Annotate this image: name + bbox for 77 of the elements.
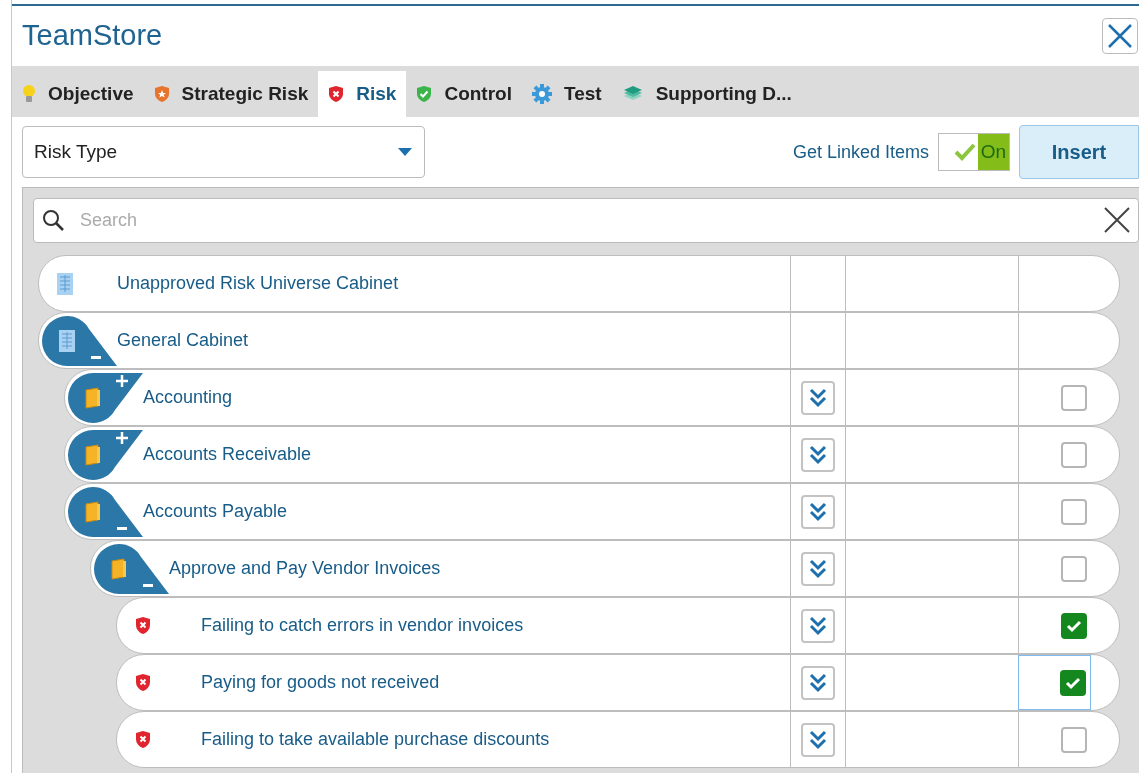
folder-icon xyxy=(85,443,101,466)
tree-row[interactable]: General Cabinet xyxy=(38,312,1120,369)
tree-item-label[interactable]: Accounting xyxy=(143,384,233,411)
expand-toggle[interactable] xyxy=(67,428,143,481)
double-chevron-icon xyxy=(808,557,828,580)
expand-toggle[interactable] xyxy=(93,542,169,595)
tab[interactable]: Control xyxy=(406,71,522,117)
folder-icon xyxy=(85,500,101,523)
tab[interactable]: Objective xyxy=(12,71,144,117)
double-chevron-icon xyxy=(808,443,828,466)
linked-items-label: Get Linked Items xyxy=(792,140,929,164)
expand-details-button[interactable] xyxy=(801,722,835,757)
double-chevron-icon xyxy=(808,386,828,409)
tree-row[interactable]: Approve and Pay Vendor Invoices xyxy=(90,540,1120,597)
tree-row[interactable]: Paying for goods not received xyxy=(116,654,1120,711)
tree-item-label[interactable]: Accounts Payable xyxy=(143,498,288,525)
tree-row[interactable]: Unapproved Risk Universe Cabinet xyxy=(38,255,1120,312)
expand-details-button[interactable] xyxy=(801,551,835,586)
expand-toggle[interactable] xyxy=(67,371,143,424)
lightbulb-icon xyxy=(22,84,36,104)
checkbox[interactable] xyxy=(1060,669,1086,696)
double-chevron-icon xyxy=(808,671,828,694)
folder-icon xyxy=(111,557,127,580)
expand-details-button[interactable] xyxy=(801,608,835,643)
expand-details-button[interactable] xyxy=(801,437,835,472)
x-shield-icon xyxy=(135,730,151,749)
double-chevron-icon xyxy=(808,728,828,751)
tab[interactable]: Risk xyxy=(318,71,407,117)
check-shield-icon xyxy=(416,85,433,103)
caret-icon xyxy=(397,147,413,157)
search-field[interactable]: Search xyxy=(33,198,1139,243)
gear-icon xyxy=(531,84,552,104)
tab[interactable]: Supporting D... xyxy=(611,71,802,117)
checkbox[interactable] xyxy=(1061,441,1087,468)
close-button[interactable] xyxy=(1102,18,1138,54)
x-shield-icon xyxy=(328,85,345,103)
checkbox[interactable] xyxy=(1061,726,1087,753)
tree-row[interactable]: Accounts Receivable xyxy=(64,426,1120,483)
cabinet-icon xyxy=(59,329,75,352)
checkbox[interactable] xyxy=(1061,498,1087,525)
folder-icon xyxy=(85,386,101,409)
check-icon xyxy=(1066,618,1082,633)
expand-details-button[interactable] xyxy=(801,380,835,415)
tree-row[interactable]: Failing to catch errors in vendor invoices xyxy=(116,597,1120,654)
expand-toggle[interactable] xyxy=(41,314,117,367)
tree-item-label[interactable]: General Cabinet xyxy=(117,327,249,354)
x-shield-icon xyxy=(135,673,151,692)
risk-type-dropdown[interactable]: Risk Type xyxy=(22,126,425,178)
checkbox[interactable] xyxy=(1061,384,1087,411)
tab[interactable]: Strategic Risk xyxy=(143,71,319,117)
cabinet-icon xyxy=(57,272,73,295)
tree-item-label[interactable]: Approve and Pay Vendor Invoices xyxy=(169,555,441,582)
tree-item-label[interactable]: Failing to catch errors in vendor invoices xyxy=(201,612,524,639)
expand-details-button[interactable] xyxy=(801,665,835,700)
search-icon xyxy=(41,208,65,232)
tree-row[interactable]: Accounting xyxy=(64,369,1120,426)
star-shield-icon xyxy=(153,85,170,103)
tree-row[interactable]: Failing to take available purchase discounts xyxy=(116,711,1120,768)
tree-item-label[interactable]: Paying for goods not received xyxy=(201,669,440,696)
expand-toggle[interactable] xyxy=(67,485,143,538)
close-icon xyxy=(1107,23,1133,49)
double-chevron-icon xyxy=(808,614,828,637)
window-title: TeamStore xyxy=(22,18,163,54)
tree-item-label[interactable]: Accounts Receivable xyxy=(143,441,312,468)
clear-icon[interactable] xyxy=(1103,206,1131,234)
checkbox[interactable] xyxy=(1061,555,1087,582)
checkbox[interactable] xyxy=(1061,612,1087,639)
double-chevron-icon xyxy=(808,500,828,523)
expand-details-button[interactable] xyxy=(801,494,835,529)
insert-button[interactable]: Insert xyxy=(1019,125,1139,179)
tree-row[interactable]: Accounts Payable xyxy=(64,483,1120,540)
check-icon xyxy=(1065,675,1081,690)
x-shield-icon xyxy=(135,616,151,635)
tree-item-label[interactable]: Failing to take available purchase discounts xyxy=(201,726,550,753)
checkmark-icon xyxy=(953,142,976,162)
tree-item-label[interactable]: Unapproved Risk Universe Cabinet xyxy=(117,270,399,297)
tab[interactable]: Test xyxy=(521,71,612,117)
